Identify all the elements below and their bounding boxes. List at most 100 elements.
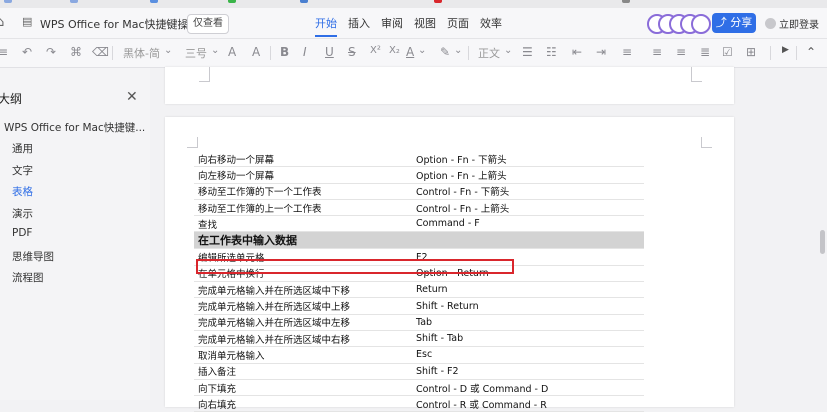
tab-efficiency[interactable]: 效率 — [480, 15, 502, 31]
chevron-down-icon[interactable]: ⌄ — [454, 45, 462, 56]
outline-item-presentation[interactable]: 演示 — [12, 206, 33, 221]
share-button[interactable]: ⤴ 分享 — [712, 13, 756, 33]
close-icon[interactable]: ✕ — [126, 89, 138, 105]
justify-icon[interactable]: ≣ — [700, 45, 710, 59]
table-cell-action[interactable]: 向左移动一个屏幕 — [194, 166, 412, 184]
tab-page[interactable]: 页面 — [447, 15, 469, 31]
table-cell-action[interactable]: 向下填充 — [194, 379, 412, 397]
increase-indent-icon[interactable]: ⇥ — [596, 45, 606, 59]
outline-item-pdf[interactable]: PDF — [12, 227, 32, 239]
chevron-down-icon[interactable]: ⌄ — [211, 45, 219, 56]
bookmark-item[interactable] — [150, 0, 161, 5]
align-right-icon[interactable]: ≡ — [676, 45, 686, 59]
table-icon[interactable]: ⊞ — [746, 45, 756, 59]
outline-item-flowchart[interactable]: 流程图 — [12, 270, 44, 285]
bold-icon[interactable]: B — [280, 45, 289, 59]
font-color-icon[interactable]: A — [406, 45, 414, 59]
strikethrough-icon[interactable]: S — [348, 45, 356, 59]
bullet-list-icon[interactable]: ☰ — [522, 45, 533, 59]
table-row: 查找 Command - F — [194, 215, 644, 233]
table-cell-keys[interactable]: Esc — [412, 346, 644, 364]
italic-icon[interactable]: I — [303, 45, 307, 59]
table-cell-keys[interactable]: Tab — [412, 314, 644, 331]
login-button[interactable]: 立即登录 — [765, 16, 819, 31]
table-cell-keys[interactable]: Return — [412, 281, 644, 299]
table-cell-keys[interactable]: Control - Fn - 下箭头 — [412, 183, 644, 200]
increase-font-icon[interactable]: A — [228, 45, 236, 59]
document-page — [165, 67, 734, 104]
align-center-icon[interactable]: ≡ — [652, 45, 662, 59]
eraser-icon[interactable]: ⌫ — [92, 45, 109, 59]
outline-item-document[interactable]: WPS Office for Mac快捷键... — [4, 120, 145, 135]
table-cell-keys[interactable]: Command - F — [412, 215, 644, 233]
active-tab-indicator — [315, 35, 337, 37]
bookmark-item[interactable] — [228, 0, 239, 5]
menu-icon[interactable]: ≡ — [0, 45, 8, 59]
table-cell-action[interactable]: 完成单元格输入并在所选区域中上移 — [194, 297, 412, 315]
page-corner-mark — [691, 67, 702, 82]
underline-icon[interactable]: U — [325, 45, 334, 59]
table-cell-action[interactable]: 完成单元格输入并在所选区域中左移 — [194, 314, 412, 331]
redo-icon[interactable]: ↷ — [46, 45, 56, 59]
outline-item-spreadsheet[interactable]: 表格 — [12, 184, 33, 199]
table-cell-action[interactable]: 在工作表中输入数据 — [194, 231, 412, 250]
format-painter-icon[interactable]: ⌘ — [70, 45, 82, 59]
table-cell-keys[interactable]: Control - Fn - 上箭头 — [412, 199, 644, 217]
table-cell-action[interactable]: 向右填充 — [194, 395, 412, 412]
font-name-select[interactable]: 黑体-简 — [123, 45, 160, 61]
tab-review[interactable]: 审阅 — [381, 15, 403, 31]
table-cell-keys[interactable] — [412, 231, 644, 250]
table-cell-action[interactable]: 移动至工作簿的下一个工作表 — [194, 183, 412, 200]
table-cell-keys[interactable]: Option - Fn - 下箭头 — [412, 151, 644, 168]
collapse-toolbar-icon[interactable]: ⌃ — [806, 45, 816, 59]
bookmark-item[interactable] — [70, 0, 81, 5]
table-cell-action[interactable]: 完成单元格输入并在所选区域中右移 — [194, 330, 412, 348]
readonly-button[interactable]: 仅查看 — [187, 14, 229, 34]
table-cell-keys[interactable]: Control - R 或 Command - R — [412, 395, 644, 412]
subscript-icon[interactable]: X₂ — [389, 45, 400, 56]
table-cell-action[interactable]: 取消单元格输入 — [194, 346, 412, 364]
outline-item-mindmap[interactable]: 思维导图 — [12, 249, 54, 264]
paragraph-style-select[interactable]: 正文 — [478, 45, 500, 61]
format-toolbar: ≡ ↶ ↷ ⌘ ⌫ 黑体-简 ⌄ 三号 ⌄ A A B I U S X² X₂ … — [0, 39, 827, 68]
home-icon[interactable]: ⌂ — [0, 15, 4, 30]
table-cell-keys[interactable]: Shift - F2 — [412, 363, 644, 380]
tab-start[interactable]: 开始 — [315, 15, 337, 31]
vertical-scrollbar[interactable] — [820, 230, 825, 254]
bookmark-item[interactable] — [622, 0, 633, 5]
outline-item-general[interactable]: 通用 — [12, 141, 33, 156]
bookmark-item[interactable] — [434, 0, 445, 5]
table-cell-keys[interactable]: Control - D 或 Command - D — [412, 379, 644, 397]
superscript-icon[interactable]: X² — [370, 45, 381, 56]
table-cell-keys[interactable]: Shift - Return — [412, 297, 644, 315]
tab-insert[interactable]: 插入 — [348, 15, 370, 31]
toolbar-divider — [796, 46, 797, 60]
decrease-indent-icon[interactable]: ⇤ — [572, 45, 582, 59]
table-cell-action[interactable]: 查找 — [194, 215, 412, 233]
numbered-list-icon[interactable]: ☷ — [546, 45, 557, 59]
table-cell-keys[interactable]: Option - Fn - 上箭头 — [412, 166, 644, 184]
table-cell-keys[interactable]: Shift - Tab — [412, 330, 644, 348]
table-cell-action[interactable]: 完成单元格输入并在所选区域中下移 — [194, 281, 412, 299]
play-icon[interactable]: ▶ — [782, 45, 789, 55]
align-left-icon[interactable]: ≡ — [622, 45, 632, 59]
decrease-font-icon[interactable]: A — [252, 45, 260, 59]
title-bar: ⌂ ▤ WPS Office for Mac快捷键操... ⌄ 仅查看 开始 插… — [0, 8, 827, 39]
table-cell-action[interactable]: 向右移动一个屏幕 — [194, 151, 412, 168]
chevron-down-icon[interactable]: ⌄ — [164, 15, 173, 28]
outline-item-writer[interactable]: 文字 — [12, 163, 33, 178]
undo-icon[interactable]: ↶ — [22, 45, 32, 59]
chevron-down-icon[interactable]: ⌄ — [418, 45, 426, 56]
table-cell-action[interactable]: 插入备注 — [194, 363, 412, 380]
checkbox-icon[interactable]: ☑ — [722, 45, 733, 59]
bookmark-item[interactable] — [4, 0, 15, 5]
highlight-icon[interactable]: ✎ — [440, 45, 450, 59]
chevron-down-icon[interactable]: ⌄ — [504, 45, 512, 56]
chevron-down-icon[interactable]: ⌄ — [164, 45, 172, 56]
bookmark-item[interactable] — [300, 0, 311, 5]
table-row: 向右移动一个屏幕 Option - Fn - 下箭头 — [194, 151, 644, 168]
collaborator-avatars[interactable] — [647, 14, 711, 34]
font-size-select[interactable]: 三号 — [185, 45, 207, 61]
table-cell-action[interactable]: 移动至工作簿的上一个工作表 — [194, 199, 412, 217]
tab-view[interactable]: 视图 — [414, 15, 436, 31]
